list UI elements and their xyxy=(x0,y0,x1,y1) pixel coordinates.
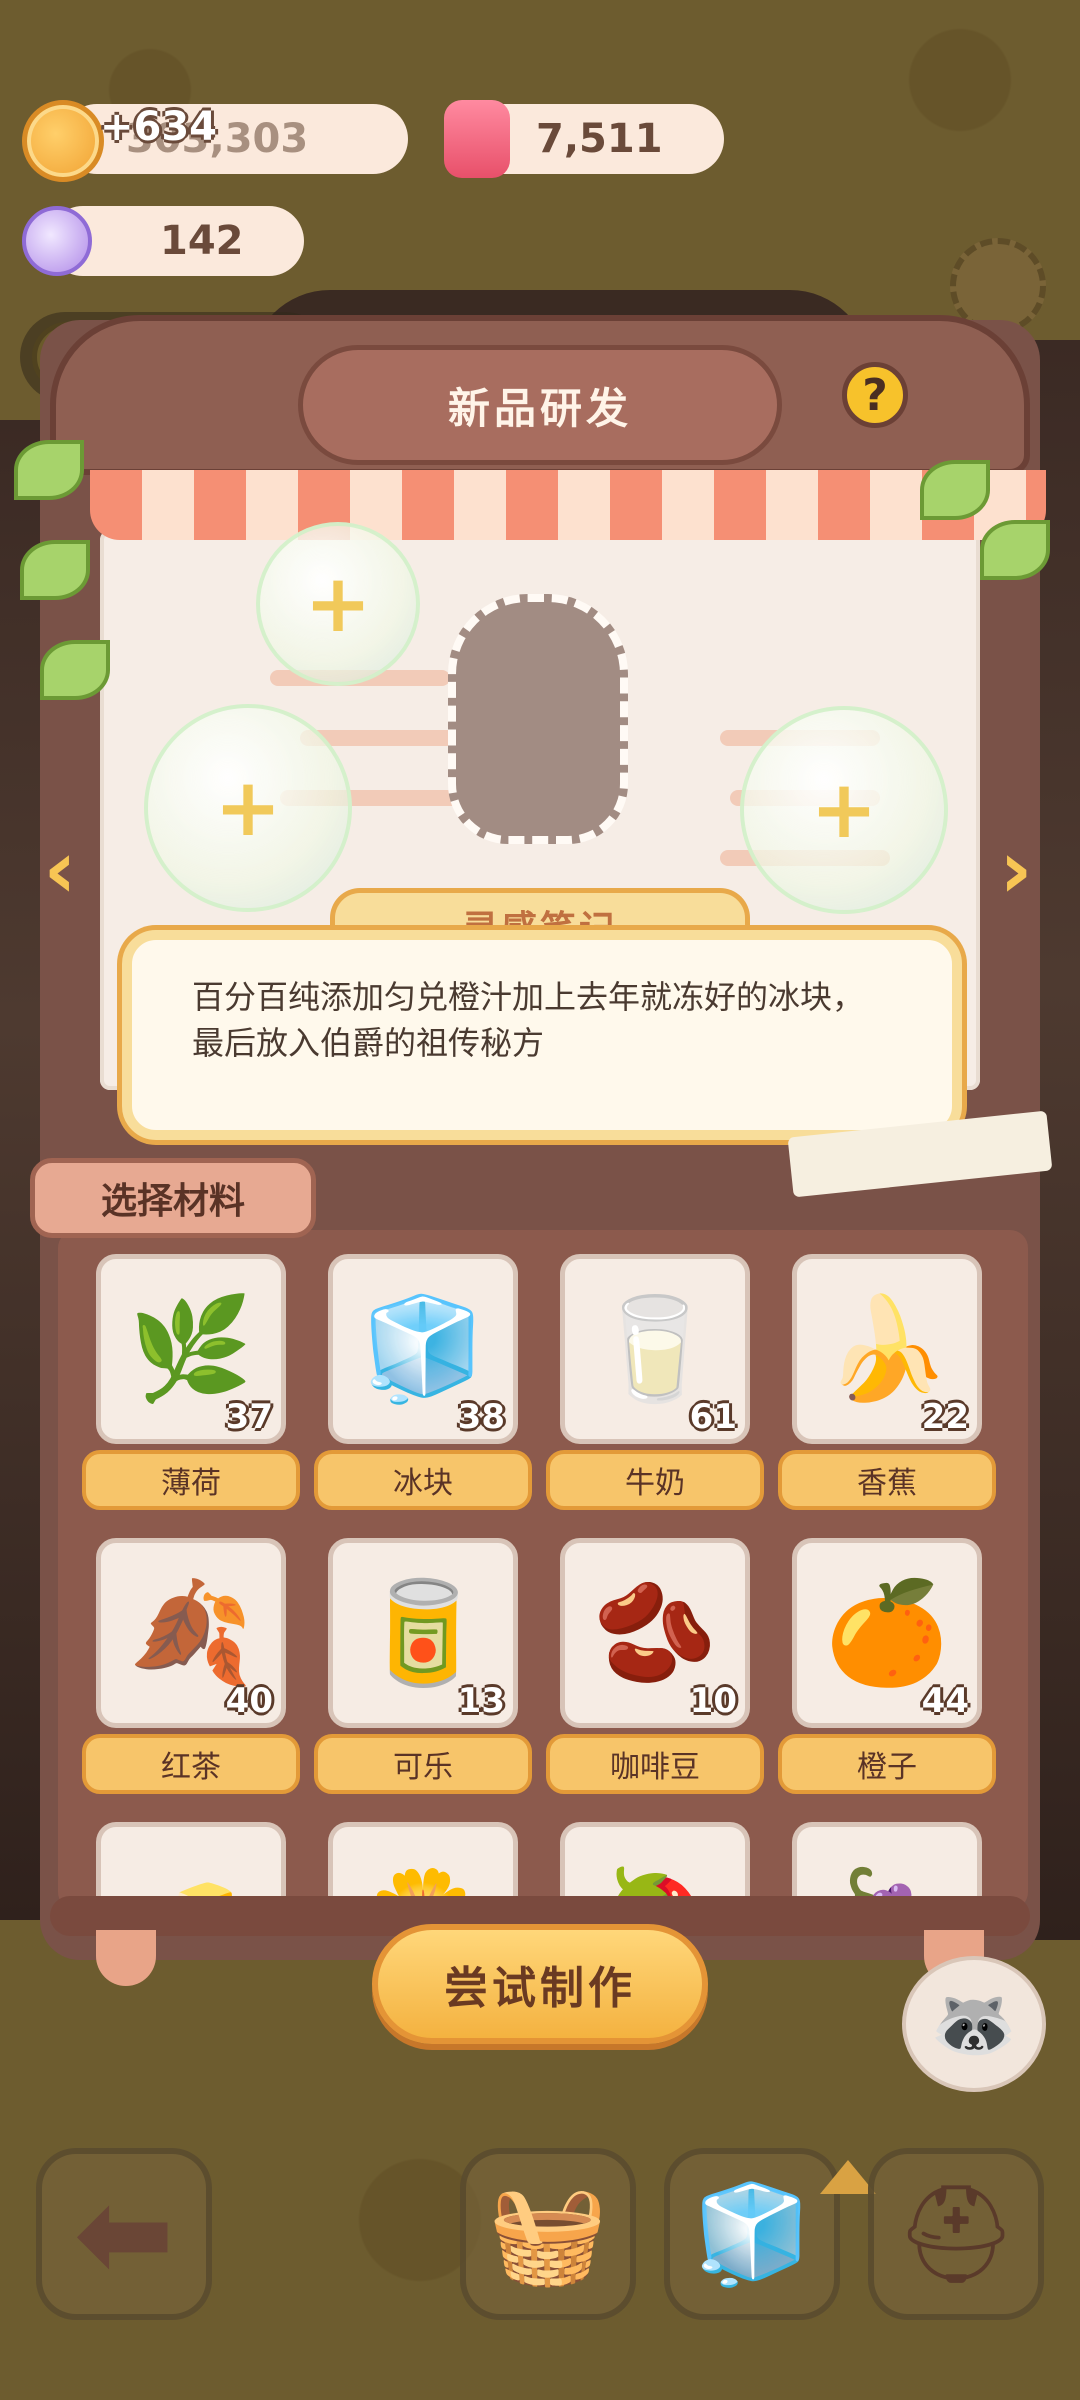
vine-leaf-icon xyxy=(20,540,90,600)
back-button[interactable]: ⬅ xyxy=(36,2148,212,2320)
material-label: 橙子 xyxy=(778,1734,996,1794)
material-count: 37 xyxy=(225,1397,273,1437)
vine-leaf-icon xyxy=(14,440,84,500)
material-count: 40 xyxy=(225,1681,273,1721)
next-arrow-icon[interactable]: › xyxy=(986,823,1046,916)
candle-icon xyxy=(444,100,510,178)
candle-count: 7,511 xyxy=(536,116,663,162)
add-icon: + xyxy=(810,763,878,856)
fruit-basket-icon: 🧺 xyxy=(488,2177,608,2290)
material-item[interactable]: 🫘 10 咖啡豆 xyxy=(546,1538,764,1798)
material-count: 44 xyxy=(921,1681,969,1721)
material-item[interactable]: 🍂 40 红茶 xyxy=(82,1538,300,1798)
coffee-bean-icon: 🫘 xyxy=(592,1574,718,1691)
ice-cube-icon: 🧊 xyxy=(360,1290,486,1407)
recipe-basket-button[interactable]: 🧺 xyxy=(460,2148,636,2320)
material-count: 10 xyxy=(689,1681,737,1721)
milk-jug-icon: 🥛 xyxy=(592,1290,718,1407)
character-icon: 🦝 xyxy=(930,1982,1018,2065)
banana-icon: 🍌 xyxy=(824,1290,950,1407)
cookie-gain-text: +634 xyxy=(100,104,218,150)
material-label: 冰块 xyxy=(314,1450,532,1510)
inspiration-note: 百分百纯添加匀兑橙汁加上去年就冻好的冰块，最后放入伯爵的祖传秘方 xyxy=(122,930,962,1140)
select-materials-tab: 选择材料 xyxy=(30,1158,316,1238)
select-materials-label: 选择材料 xyxy=(100,1181,245,1222)
material-label: 薄荷 xyxy=(82,1450,300,1510)
material-label: 咖啡豆 xyxy=(546,1734,764,1794)
material-count: 61 xyxy=(689,1397,737,1437)
back-arrow-icon: ⬅ xyxy=(73,2164,175,2304)
striped-awning xyxy=(90,470,1046,540)
hard-hat-button[interactable]: ⛑ xyxy=(868,2148,1044,2320)
material-label: 红茶 xyxy=(82,1734,300,1794)
inspiration-text: 百分百纯添加匀兑橙汁加上去年就冻好的冰块，最后放入伯爵的祖传秘方 xyxy=(192,978,865,1062)
candy-count: 142 xyxy=(160,218,244,264)
vine-leaf-icon xyxy=(920,460,990,520)
material-item[interactable]: 🥫 13 可乐 xyxy=(314,1538,532,1798)
product-silhouette xyxy=(448,594,628,844)
material-card[interactable]: 🍌 22 xyxy=(792,1254,982,1444)
fridge-icon: 🧊 xyxy=(692,2177,812,2290)
fridge-button[interactable]: 🧊 xyxy=(664,2148,840,2320)
vine-leaf-icon xyxy=(980,520,1050,580)
material-card[interactable]: 🥫 13 xyxy=(328,1538,518,1728)
materials-grid: 🌿 37 薄荷 🧊 38 冰块 🥛 61 牛奶 🍌 22 香蕉 🍂 40 红茶 🥫 13 可乐 🫘 10 咖啡豆 🍊 44 橙… xyxy=(82,1254,996,1910)
material-card[interactable]: 🍂 40 xyxy=(96,1538,286,1728)
ingredient-slot-1[interactable]: + xyxy=(256,522,420,686)
material-count: 13 xyxy=(457,1681,505,1721)
cola-can-icon: 🥫 xyxy=(360,1574,486,1691)
material-count: 22 xyxy=(921,1397,969,1437)
ingredient-slot-3[interactable]: + xyxy=(740,706,948,914)
material-item[interactable]: 🍊 44 橙子 xyxy=(778,1538,996,1798)
material-label: 牛奶 xyxy=(546,1450,764,1510)
candy-icon xyxy=(22,206,92,276)
material-card[interactable]: 🫘 10 xyxy=(560,1538,750,1728)
cookie-icon xyxy=(22,100,104,182)
material-count: 38 xyxy=(457,1397,505,1437)
character-chat-bubble[interactable]: 🦝 xyxy=(902,1956,1046,2092)
material-card[interactable]: 🍊 44 xyxy=(792,1538,982,1728)
material-item[interactable]: 🌿 37 薄荷 xyxy=(82,1254,300,1514)
black-tea-icon: 🍂 xyxy=(128,1574,254,1691)
hard-hat-icon: ⛑ xyxy=(895,2177,1017,2290)
try-make-label: 尝试制作 xyxy=(444,1963,636,2014)
help-button[interactable]: ? xyxy=(842,362,908,428)
material-item[interactable]: 🍌 22 香蕉 xyxy=(778,1254,996,1514)
orange-icon: 🍊 xyxy=(824,1574,950,1691)
material-card[interactable]: 🥛 61 xyxy=(560,1254,750,1444)
material-item[interactable]: 🥛 61 牛奶 xyxy=(546,1254,764,1514)
material-item[interactable]: 🧊 38 冰块 xyxy=(314,1254,532,1514)
add-icon: + xyxy=(304,557,372,650)
vine-leaf-icon xyxy=(40,640,110,700)
material-card[interactable]: 🌿 37 xyxy=(96,1254,286,1444)
material-label: 香蕉 xyxy=(778,1450,996,1510)
add-icon: + xyxy=(214,761,282,854)
material-card[interactable]: 🧊 38 xyxy=(328,1254,518,1444)
title-plate: 新品研发 xyxy=(298,345,782,465)
mint-icon: 🌿 xyxy=(128,1290,254,1407)
materials-area: 🌿 37 薄荷 🧊 38 冰块 🥛 61 牛奶 🍌 22 香蕉 🍂 40 红茶 🥫 13 可乐 🫘 10 咖啡豆 🍊 44 橙… xyxy=(58,1230,1028,1910)
prev-arrow-icon[interactable]: ‹ xyxy=(30,823,90,916)
panel-title: 新品研发 xyxy=(447,383,632,433)
ingredient-slot-2[interactable]: + xyxy=(144,704,352,912)
material-label: 可乐 xyxy=(314,1734,532,1794)
try-make-button[interactable]: 尝试制作 xyxy=(372,1924,708,2044)
